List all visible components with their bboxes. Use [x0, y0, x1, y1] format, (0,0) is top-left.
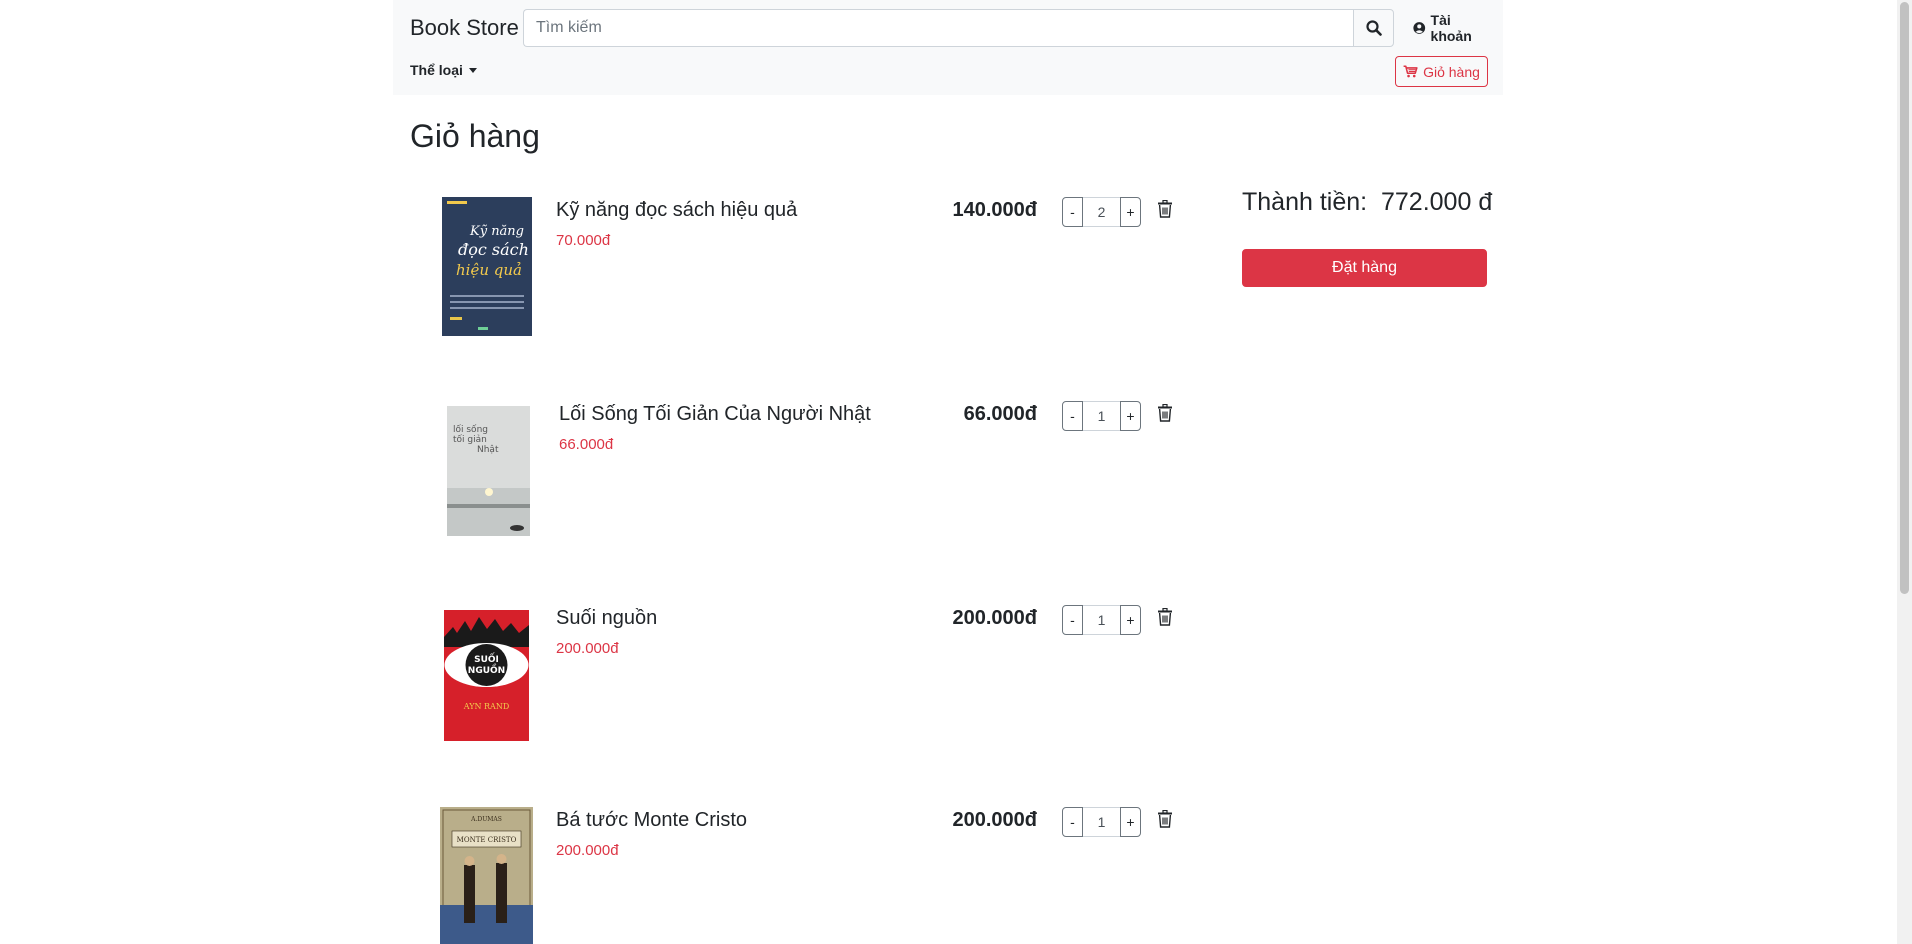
scrollbar[interactable] [1897, 0, 1912, 944]
brand-logo[interactable]: Book Store [410, 15, 519, 41]
svg-text:AYN RAND: AYN RAND [463, 702, 510, 711]
trash-icon[interactable] [1157, 810, 1173, 828]
svg-text:tối giản: tối giản [453, 434, 487, 445]
svg-text:Kỹ năng: Kỹ năng [469, 224, 524, 239]
quantity-input[interactable] [1083, 401, 1120, 431]
book-cover-image[interactable]: A.DUMAS MONTE CRISTO [440, 807, 533, 944]
cart-item: SUỐI NGUỒN AYN RAND Suối nguồn 200.000đ … [410, 600, 1180, 750]
user-circle-icon [1413, 22, 1426, 34]
item-name[interactable]: Suối nguồn [556, 607, 657, 630]
chevron-down-icon [468, 67, 477, 73]
item-name[interactable]: Kỹ năng đọc sách hiệu quả [556, 199, 797, 222]
trash-icon[interactable] [1157, 608, 1173, 626]
increase-quantity-button[interactable]: + [1120, 605, 1141, 635]
item-total-price: 200.000đ [952, 607, 1037, 629]
book-cover-image[interactable]: Kỹ năng đọc sách hiệu quả [442, 197, 532, 336]
page-title: Giỏ hàng [410, 118, 540, 154]
category-dropdown[interactable]: Thể loại [410, 62, 477, 78]
item-total-price: 140.000đ [952, 199, 1037, 221]
scrollbar-thumb[interactable] [1900, 2, 1909, 594]
item-unit-price: 66.000đ [559, 436, 614, 453]
order-total-value: 772.000 đ [1381, 188, 1493, 216]
cart-item: A.DUMAS MONTE CRISTO Bá tước Monte Crist… [410, 802, 1180, 944]
search-bar [523, 9, 1394, 47]
item-unit-price: 200.000đ [556, 842, 619, 859]
order-total-label: Thành tiền: [1242, 188, 1368, 216]
cart-item: Kỹ năng đọc sách hiệu quả Kỹ năng đọc sá… [410, 190, 1180, 340]
quantity-stepper: - + [1062, 401, 1141, 431]
item-total-price: 66.000đ [963, 403, 1037, 425]
decrease-quantity-button[interactable]: - [1062, 401, 1083, 431]
cart-icon [1403, 65, 1418, 78]
svg-text:hiệu quả: hiệu quả [456, 261, 522, 279]
increase-quantity-button[interactable]: + [1120, 807, 1141, 837]
item-unit-price: 200.000đ [556, 640, 619, 657]
cart-item: lối sống tối giản Nhật Lối Sống Tối Giản… [410, 396, 1180, 546]
svg-text:đọc sách: đọc sách [458, 240, 529, 259]
svg-text:lối sống: lối sống [453, 424, 488, 435]
svg-text:MONTE CRISTO: MONTE CRISTO [457, 836, 517, 844]
search-button[interactable] [1353, 9, 1394, 47]
decrease-quantity-button[interactable]: - [1062, 807, 1083, 837]
trash-icon[interactable] [1157, 200, 1173, 218]
decrease-quantity-button[interactable]: - [1062, 605, 1083, 635]
item-name[interactable]: Lối Sống Tối Giản Của Người Nhật [559, 403, 871, 426]
item-name[interactable]: Bá tước Monte Cristo [556, 809, 747, 832]
increase-quantity-button[interactable]: + [1120, 401, 1141, 431]
place-order-button[interactable]: Đặt hàng [1242, 249, 1487, 287]
cart-button-label: Giỏ hàng [1423, 63, 1480, 80]
decrease-quantity-button[interactable]: - [1062, 197, 1083, 227]
quantity-stepper: - + [1062, 807, 1141, 837]
trash-icon[interactable] [1157, 404, 1173, 422]
navbar: Book Store Tài khoản Thể loại Giỏ hàng [393, 0, 1503, 95]
increase-quantity-button[interactable]: + [1120, 197, 1141, 227]
quantity-stepper: - + [1062, 197, 1141, 227]
item-unit-price: 70.000đ [556, 232, 611, 249]
quantity-input[interactable] [1083, 197, 1120, 227]
account-menu[interactable]: Tài khoản [1399, 12, 1503, 44]
category-label: Thể loại [410, 62, 463, 78]
book-cover-image[interactable]: SUỐI NGUỒN AYN RAND [441, 607, 532, 744]
search-input[interactable] [523, 9, 1353, 47]
quantity-stepper: - + [1062, 605, 1141, 635]
item-total-price: 200.000đ [952, 809, 1037, 831]
svg-text:A.DUMAS: A.DUMAS [470, 816, 502, 823]
book-cover-image[interactable]: lối sống tối giản Nhật [447, 406, 530, 536]
svg-text:Nhật: Nhật [477, 445, 499, 455]
account-label: Tài khoản [1430, 12, 1472, 44]
quantity-input[interactable] [1083, 807, 1120, 837]
search-icon [1365, 20, 1382, 36]
quantity-input[interactable] [1083, 605, 1120, 635]
cart-button[interactable]: Giỏ hàng [1395, 56, 1488, 87]
